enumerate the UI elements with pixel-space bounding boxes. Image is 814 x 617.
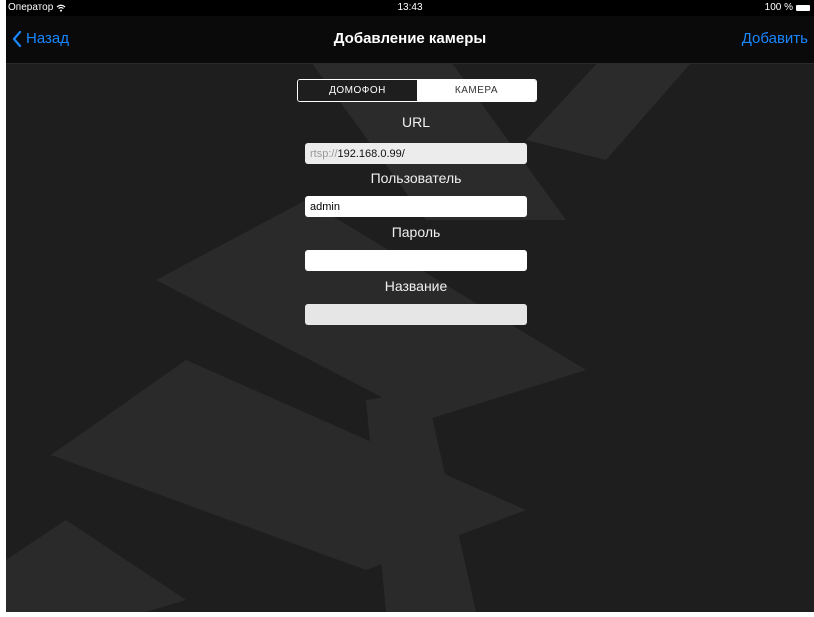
page-title: Добавление камеры — [333, 30, 487, 47]
battery-icon — [796, 4, 810, 11]
name-field[interactable] — [305, 304, 527, 325]
password-field[interactable] — [305, 250, 527, 271]
url-label: URL — [401, 114, 430, 130]
url-field[interactable]: rtsp:// 192.168.0.99/ — [305, 143, 527, 164]
app-screen: Оператор 13:43 100 % Назад Добавление ка… — [6, 0, 814, 612]
url-prefix: rtsp:// — [310, 147, 338, 160]
navigation-bar: Назад Добавление камеры Добавить — [6, 16, 814, 64]
segmented-control: ДОМОФОН КАМЕРА — [297, 79, 537, 102]
status-bar: Оператор 13:43 100 % — [6, 0, 814, 16]
name-label: Название — [384, 278, 448, 294]
user-value: admin — [310, 200, 340, 213]
user-label: Пользователь — [370, 170, 462, 186]
battery-percent: 100 % — [764, 2, 793, 13]
url-value: 192.168.0.99/ — [337, 147, 405, 160]
segment-camera[interactable]: КАМЕРА — [417, 80, 536, 101]
add-button[interactable]: Добавить — [742, 30, 808, 47]
password-label: Пароль — [391, 224, 441, 240]
user-field[interactable]: admin — [305, 196, 527, 217]
clock: 13:43 — [397, 2, 423, 13]
segment-intercom[interactable]: ДОМОФОН — [298, 80, 417, 101]
